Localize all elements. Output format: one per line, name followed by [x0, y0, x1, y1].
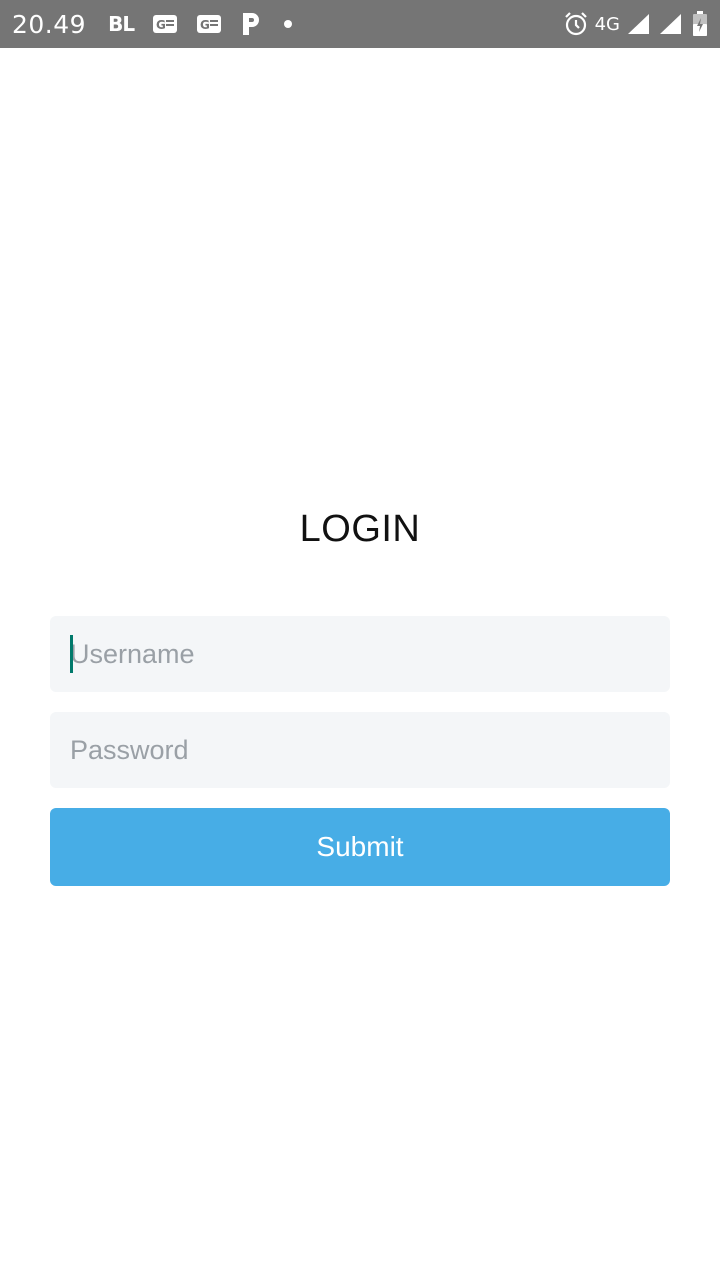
username-input[interactable] — [70, 638, 670, 670]
p-app-icon — [240, 11, 262, 37]
svg-text:G: G — [156, 18, 166, 32]
svg-text:G: G — [200, 18, 210, 32]
alarm-icon — [563, 11, 589, 37]
status-time: 20.49 — [12, 9, 87, 39]
text-cursor — [70, 635, 73, 673]
gmail-icon: G — [196, 14, 222, 34]
username-field-container[interactable] — [50, 616, 670, 692]
battery-icon — [692, 11, 708, 37]
signal-icon — [626, 12, 650, 36]
submit-button[interactable]: Submit — [50, 808, 670, 886]
dot-icon — [284, 20, 293, 28]
network-type: 4G — [594, 13, 620, 35]
status-left: 20.49 BL G G — [12, 0, 293, 48]
password-input[interactable] — [70, 734, 670, 766]
page-title: LOGIN — [299, 508, 421, 550]
status-right: 4G — [563, 0, 708, 48]
gmail-icon: G — [152, 14, 178, 34]
status-bar: 20.49 BL G G 4G — [0, 0, 720, 48]
notification-bl-icon: BL — [108, 12, 135, 36]
password-field-container[interactable] — [50, 712, 670, 788]
signal-icon — [658, 12, 682, 36]
